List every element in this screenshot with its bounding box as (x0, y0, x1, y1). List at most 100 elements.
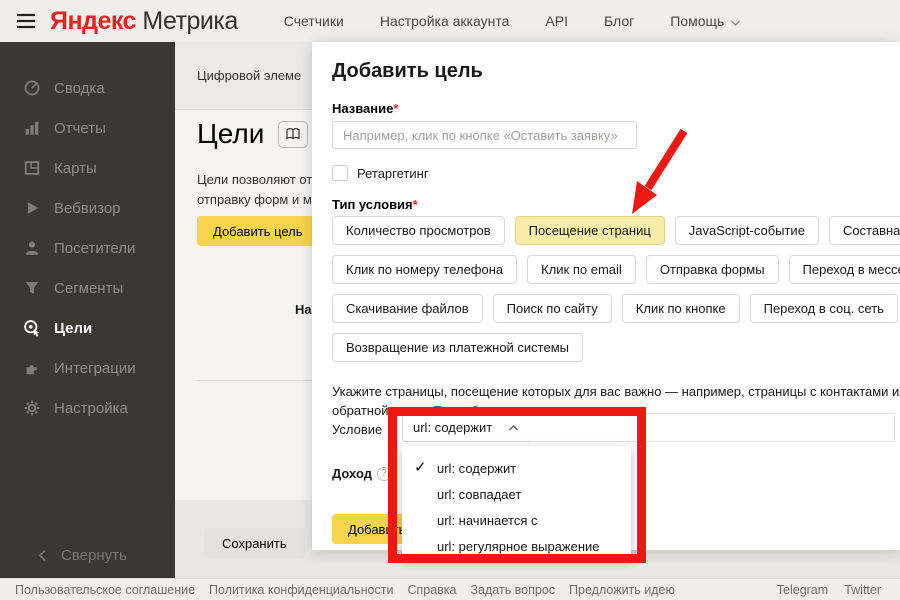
sidebar-item-settings[interactable]: Настройка (0, 388, 175, 428)
condition-type-chip[interactable]: Переход в соц. сеть (750, 294, 898, 323)
sidebar-item-label: Посетители (54, 240, 135, 257)
footer-link[interactable]: Задать вопрос (471, 583, 556, 597)
condition-type-chip[interactable]: Составная цель (829, 216, 900, 245)
nav-item-label: Счетчики (284, 13, 344, 29)
dropdown-option[interactable]: url: совпадает (402, 481, 631, 507)
condition-type-chip[interactable]: Клик по кнопке (622, 294, 740, 323)
condition-type-chip[interactable]: Возвращение из платежной системы (332, 333, 583, 362)
footer-social-link[interactable]: Telegram (777, 583, 828, 597)
sidebar-item-label: Карты (54, 160, 97, 177)
condition-type-chips: Количество просмотров Посещение страниц Ja… (332, 216, 900, 372)
footer: Пользовательское соглашение Политика конф… (0, 578, 900, 600)
condition-type-chip[interactable]: Клик по номеру телефона (332, 255, 517, 284)
sidebar: Сводка Отчеты Карты Вебвизор Посетители Сегме… (0, 42, 175, 578)
goals-icon (22, 318, 42, 338)
yandex-metrika-logo[interactable]: Яндекс Метрика (50, 7, 238, 36)
sidebar-item-label: Настройка (54, 400, 128, 417)
revenue-label: Доход (332, 466, 372, 481)
save-button[interactable]: Сохранить (204, 528, 305, 558)
chevron-down-icon (730, 14, 741, 30)
maps-icon (22, 158, 42, 178)
webvisor-icon (22, 198, 42, 218)
add-goal-button[interactable]: Добавить цель (197, 216, 319, 246)
sidebar-item-label: Вебвизор (54, 200, 121, 217)
sidebar-item-goals[interactable]: Цели (0, 308, 175, 348)
sidebar-item-label: Отчеты (54, 120, 106, 137)
dropdown-option[interactable]: url: регулярное выражение (402, 533, 631, 559)
nav-item-label: Помощь (670, 13, 724, 29)
nav-item-4[interactable]: Блог (604, 12, 634, 30)
dropdown-option[interactable]: url: начинается с (402, 507, 631, 533)
sidebar-item-label: Сегменты (54, 280, 123, 297)
name-label: Название* (332, 101, 398, 116)
retargeting-checkbox-row[interactable]: Ретаргетинг (332, 165, 429, 181)
dropdown-option-label: url: регулярное выражение (437, 539, 600, 554)
revenue-row: Доход ? (332, 466, 391, 481)
sidebar-item-segments[interactable]: Сегменты (0, 268, 175, 308)
retargeting-checkbox[interactable] (332, 165, 348, 181)
nav-item-1[interactable]: Счетчики (284, 12, 344, 30)
docs-book-icon[interactable] (278, 121, 308, 148)
dropdown-option-label: url: совпадает (437, 487, 521, 502)
condition-type-chip[interactable]: Клик по email (527, 255, 636, 284)
footer-link[interactable]: Предложить идею (569, 583, 675, 597)
nav-item-label: Блог (604, 13, 634, 29)
visitors-icon (22, 238, 42, 258)
segments-icon (22, 278, 42, 298)
nav-item-3[interactable]: API (545, 12, 568, 30)
dropdown-option-label: url: содержит (437, 461, 516, 476)
condition-label: Условие (332, 422, 382, 437)
check-icon: ✓ (414, 458, 427, 476)
condition-type-chip[interactable]: Посещение страниц (515, 216, 665, 245)
url-condition-select[interactable]: url: содержит (402, 413, 530, 442)
collapse-label: Свернуть (61, 547, 127, 564)
goal-name-input[interactable] (332, 121, 637, 149)
footer-link[interactable]: Политика конфиденциальности (209, 583, 393, 597)
retargeting-label: Ретаргетинг (357, 166, 429, 181)
reports-icon (22, 118, 42, 138)
required-asterisk: * (393, 101, 398, 116)
condition-type-chip[interactable]: Скачивание файлов (332, 294, 483, 323)
modal-title: Добавить цель (332, 60, 483, 83)
chevron-up-icon (508, 424, 519, 432)
sidebar-item-label: Сводка (54, 80, 105, 97)
url-condition-dropdown-menu: ✓ url: содержит url: совпадает url: начинае… (402, 446, 631, 558)
nav-item-2[interactable]: Настройка аккаунта (380, 12, 510, 30)
settings-icon (22, 398, 42, 418)
condition-type-chip[interactable]: Отправка формы (646, 255, 779, 284)
nav-item-label: Настройка аккаунта (380, 13, 510, 29)
sidebar-collapse-button[interactable]: Свернуть (0, 547, 175, 564)
sidebar-item-dashboard[interactable]: Сводка (0, 68, 175, 108)
top-header: Яндекс Метрика Счетчики Настройка аккаунт… (0, 0, 900, 42)
sidebar-item-maps[interactable]: Карты (0, 148, 175, 188)
condition-type-chip[interactable]: JavaScript-событие (675, 216, 819, 245)
sidebar-item-label: Интеграции (54, 360, 136, 377)
footer-link[interactable]: Справка (407, 583, 456, 597)
footer-social-link[interactable]: Twitter (844, 583, 881, 597)
condition-type-chip[interactable]: Количество просмотров (332, 216, 505, 245)
sidebar-item-visitors[interactable]: Посетители (0, 228, 175, 268)
logo-yandex: Яндекс (50, 7, 136, 35)
top-navigation: Счетчики Настройка аккаунта API Блог Помощь (284, 12, 742, 30)
breadcrumb[interactable]: Цифровой элеме (197, 68, 301, 83)
sidebar-item-webvisor[interactable]: Вебвизор (0, 188, 175, 228)
integrations-icon (22, 358, 42, 378)
condition-type-chip[interactable]: Поиск по сайту (493, 294, 612, 323)
footer-link[interactable]: Пользовательское соглашение (15, 583, 195, 597)
sidebar-item-reports[interactable]: Отчеты (0, 108, 175, 148)
condition-type-chip[interactable]: Переход в мессенджер (789, 255, 900, 284)
required-asterisk: * (413, 197, 418, 212)
page-title: Цели (197, 118, 264, 150)
url-condition-value: url: содержит (413, 420, 492, 435)
condition-type-label: Тип условия* (332, 197, 418, 212)
nav-item-5[interactable]: Помощь (670, 12, 741, 30)
sidebar-item-integrations[interactable]: Интеграции (0, 348, 175, 388)
url-value-input[interactable] (529, 413, 895, 442)
dropdown-option[interactable]: ✓ url: содержит (402, 455, 631, 481)
logo-metrika: Метрика (142, 7, 237, 35)
hamburger-menu-icon[interactable] (16, 13, 36, 29)
help-icon[interactable]: ? (377, 467, 391, 481)
goals-table-header: На (295, 302, 312, 317)
chevron-left-icon (38, 549, 47, 562)
nav-item-label: API (545, 13, 568, 29)
